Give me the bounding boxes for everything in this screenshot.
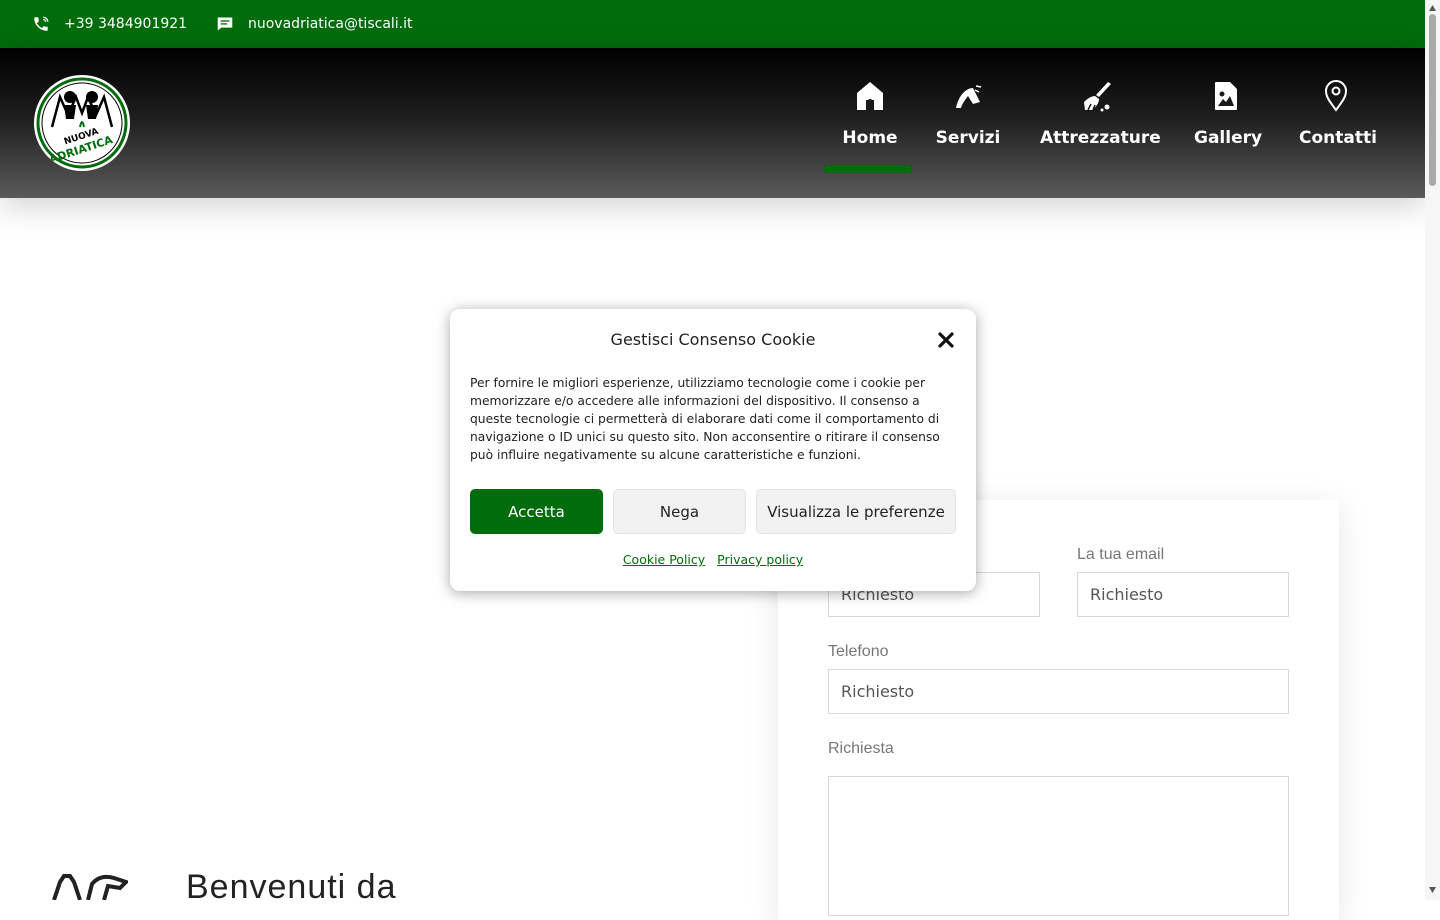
cookie-dialog-title: Gestisci Consenso Cookie	[610, 330, 816, 349]
email-address[interactable]: nuovadriatica@tiscali.it	[248, 16, 413, 32]
nav-servizi[interactable]: Servizi	[934, 48, 1002, 198]
phone-contact[interactable]: +39 3484901921	[32, 0, 187, 48]
phone-input[interactable]	[828, 669, 1289, 714]
email-label: La tua email	[1077, 546, 1165, 563]
scroll-up-arrow-icon[interactable]	[1428, 4, 1437, 12]
scrollbar-thumb[interactable]	[1429, 14, 1436, 186]
page-scrollbar[interactable]	[1425, 0, 1440, 900]
phone-label: Telefono	[828, 643, 889, 660]
image-file-icon	[1215, 82, 1237, 110]
top-contact-bar: +39 3484901921 nuovadriatica@tiscali.it	[0, 0, 1425, 48]
phone-number[interactable]: +39 3484901921	[64, 16, 187, 32]
message-icon	[217, 17, 233, 31]
phone-icon	[34, 16, 49, 31]
close-icon	[938, 332, 954, 348]
request-textarea[interactable]	[828, 776, 1289, 916]
email-contact[interactable]: nuovadriatica@tiscali.it	[216, 0, 413, 48]
deny-button[interactable]: Nega	[613, 489, 746, 534]
active-nav-indicator	[824, 165, 912, 173]
accept-button[interactable]: Accetta	[470, 489, 603, 534]
request-label: Richiesta	[828, 740, 894, 757]
site-header: NUOVA ADRIATICA Home Servizi Attrezzatur…	[0, 48, 1425, 198]
logo-image: NUOVA ADRIATICA	[36, 77, 128, 169]
view-preferences-button[interactable]: Visualizza le preferenze	[756, 489, 956, 534]
welcome-heading: Benvenuti da	[186, 868, 397, 906]
spray-icon	[956, 85, 982, 108]
nav-home-label: Home	[842, 128, 898, 148]
email-input[interactable]	[1077, 572, 1289, 617]
policy-links: Cookie Policy Privacy policy	[450, 552, 976, 567]
close-button[interactable]	[936, 330, 956, 350]
nav-home[interactable]: Home	[824, 48, 912, 198]
map-pin-icon	[1324, 80, 1348, 112]
cleaning-tools-icon	[48, 872, 130, 904]
nav-contatti-label: Contatti	[1299, 128, 1377, 148]
cookie-policy-link[interactable]: Cookie Policy	[623, 552, 705, 567]
privacy-policy-link[interactable]: Privacy policy	[717, 552, 803, 567]
nav-contatti[interactable]: Contatti	[1299, 48, 1377, 198]
nav-gallery[interactable]: Gallery	[1194, 48, 1263, 198]
cookie-consent-dialog: Gestisci Consenso Cookie Per fornire le …	[450, 309, 976, 591]
cookie-dialog-text: Per fornire le migliori esperienze, util…	[470, 376, 940, 462]
nav-servizi-label: Servizi	[935, 128, 1001, 148]
home-icon	[857, 82, 883, 110]
nav-attrezzature[interactable]: Attrezzature	[1040, 48, 1161, 198]
broom-icon	[1083, 82, 1111, 112]
nav-gallery-label: Gallery	[1194, 128, 1263, 148]
site-logo[interactable]: NUOVA ADRIATICA	[34, 75, 130, 171]
nav-attrezzature-label: Attrezzature	[1040, 128, 1161, 148]
scroll-down-arrow-icon[interactable]	[1428, 886, 1437, 894]
